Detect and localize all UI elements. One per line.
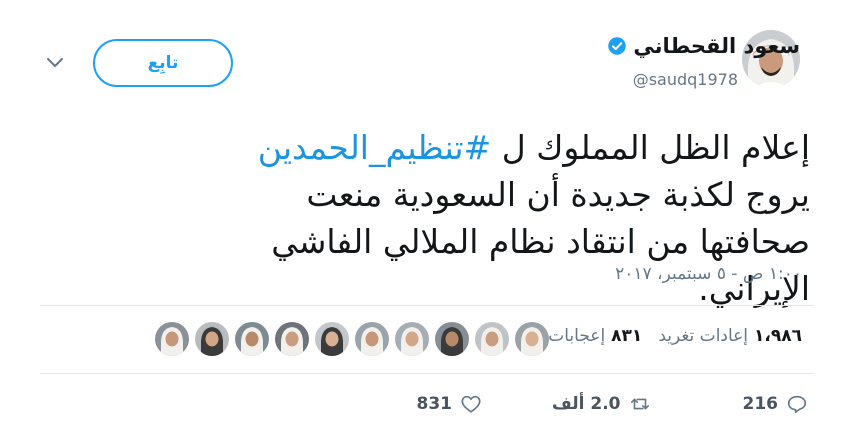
likes-count[interactable]: ٨٣١ — [611, 326, 642, 346]
engager-avatar[interactable] — [355, 322, 389, 356]
retweets-count[interactable]: ١،٩٨٦ — [754, 326, 802, 346]
heart-icon — [461, 395, 481, 413]
divider — [40, 305, 814, 306]
author-display-name[interactable]: سعود القحطاني — [633, 34, 800, 58]
like-count: 831 — [416, 394, 453, 414]
author-handle[interactable]: @saudq1978 — [633, 70, 738, 89]
reply-count: 216 — [742, 394, 779, 414]
follow-button[interactable]: تابِع — [93, 39, 233, 87]
tweet-stats: ١،٩٨٦ إعادات تغريد ٨٣١ إعجابات — [532, 326, 802, 346]
engager-avatars — [155, 322, 549, 356]
engager-avatar[interactable] — [155, 322, 189, 356]
verified-badge-icon — [608, 37, 627, 55]
retweet-count: 2.0 ألف — [552, 394, 621, 414]
divider — [40, 373, 814, 374]
engager-avatar[interactable] — [515, 322, 549, 356]
tweet-text-part: يروج لكذبة جديدة أن السعودية منعت صحافته… — [271, 175, 810, 308]
retweet-icon — [630, 398, 649, 410]
retweets-label[interactable]: إعادات تغريد — [658, 326, 748, 346]
tweet-text-part: إعلام الظل المملوك ل — [491, 128, 810, 167]
author-name[interactable]: سعود القحطاني — [520, 34, 800, 58]
retweet-button[interactable]: 2.0 ألف — [552, 393, 651, 415]
engager-avatar[interactable] — [315, 322, 349, 356]
engager-avatar[interactable] — [195, 322, 229, 356]
chevron-down-icon[interactable] — [44, 54, 66, 70]
engager-avatar[interactable] — [435, 322, 469, 356]
tweet-timestamp[interactable]: ١:٠٠ ص - ٥ سبتمبر، ٢٠١٧ — [615, 264, 802, 284]
engager-avatar[interactable] — [395, 322, 429, 356]
hashtag-link[interactable]: #تنظيم_الحمدين — [258, 128, 492, 167]
like-button[interactable]: 831 — [417, 393, 483, 415]
reply-button[interactable]: 216 — [743, 393, 809, 415]
tweet-card: سعود القحطاني @saudq1978 تابِع إعلام الظ… — [0, 0, 850, 439]
likes-label[interactable]: إعجابات — [548, 326, 605, 346]
engager-avatar[interactable] — [235, 322, 269, 356]
reply-icon — [787, 395, 807, 414]
engager-avatar[interactable] — [475, 322, 509, 356]
tweet-actions: 216 2.0 ألف 831 — [417, 390, 809, 418]
engager-avatar[interactable] — [275, 322, 309, 356]
